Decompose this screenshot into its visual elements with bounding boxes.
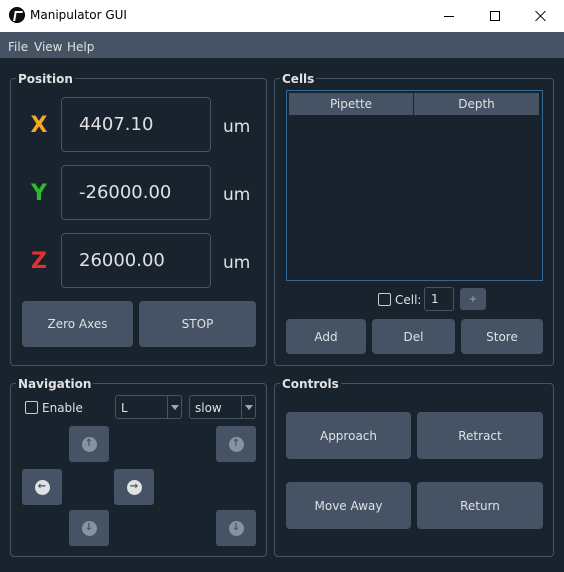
menu-view[interactable]: View xyxy=(34,40,62,54)
menu-help[interactable]: Help xyxy=(67,40,94,54)
column-header-depth[interactable]: Depth xyxy=(414,93,540,115)
navigation-group-title: Navigation xyxy=(16,377,94,391)
step-size-value: L xyxy=(121,401,128,415)
z-unit-label: um xyxy=(223,253,251,273)
xy-up-button[interactable]: ↑ xyxy=(69,426,109,462)
y-position-field[interactable]: -26000.00 xyxy=(61,165,211,220)
z-position-field[interactable]: 26000.00 xyxy=(61,233,211,288)
maximize-button[interactable] xyxy=(472,0,518,32)
plus-icon: + xyxy=(468,293,478,305)
minimize-button[interactable] xyxy=(426,0,472,32)
cells-group: Cells Pipette Depth Cell: 1 + Add Del St… xyxy=(274,72,554,366)
cell-label: Cell: xyxy=(395,293,422,307)
speed-dropdown[interactable]: slow xyxy=(189,395,256,419)
x-unit-label: um xyxy=(223,117,251,137)
minimize-icon xyxy=(444,15,454,17)
arrow-up-circle-icon: ↑ xyxy=(228,436,244,452)
y-unit-label: um xyxy=(223,185,251,205)
menu-file[interactable]: File xyxy=(8,40,28,54)
controls-group: Controls Approach Retract Move Away Retu… xyxy=(274,377,554,557)
approach-button[interactable]: Approach xyxy=(286,412,411,459)
position-group: Position X 4407.10 um Y -26000.00 um Z 2… xyxy=(10,72,267,366)
xy-right-button[interactable]: → xyxy=(114,469,154,505)
cell-checkbox[interactable] xyxy=(378,293,391,306)
position-group-title: Position xyxy=(16,72,75,86)
zero-axes-button[interactable]: Zero Axes xyxy=(22,301,133,347)
chevron-down-icon xyxy=(167,396,181,418)
cells-table[interactable]: Pipette Depth xyxy=(286,90,543,281)
x-position-field[interactable]: 4407.10 xyxy=(61,97,211,152)
arrow-down-circle-icon: ↓ xyxy=(81,520,97,536)
enable-label: Enable xyxy=(42,401,83,415)
maximize-icon xyxy=(490,11,500,21)
cell-number-field[interactable]: 1 xyxy=(424,287,454,311)
z-axis-label: Z xyxy=(31,249,47,274)
chevron-down-icon xyxy=(241,396,255,418)
z-down-button[interactable]: ↓ xyxy=(216,510,256,546)
cells-table-header: Pipette Depth xyxy=(289,93,540,115)
z-up-button[interactable]: ↑ xyxy=(216,426,256,462)
app-logo-icon xyxy=(9,7,25,23)
arrow-down-circle-icon: ↓ xyxy=(228,520,244,536)
return-button[interactable]: Return xyxy=(417,482,543,529)
retract-button[interactable]: Retract xyxy=(417,412,543,459)
cell-increment-button[interactable]: + xyxy=(460,288,486,310)
arrow-up-circle-icon: ↑ xyxy=(81,436,97,452)
xy-down-button[interactable]: ↓ xyxy=(69,510,109,546)
column-header-pipette[interactable]: Pipette xyxy=(289,93,414,115)
window-title: Manipulator GUI xyxy=(30,8,127,22)
title-bar: Manipulator GUI xyxy=(0,0,564,32)
speed-value: slow xyxy=(195,401,222,415)
controls-group-title: Controls xyxy=(280,377,341,391)
cells-group-title: Cells xyxy=(280,72,317,86)
y-axis-label: Y xyxy=(31,181,47,206)
navigation-group: Navigation Enable L slow ↑ ↑ ← → ↓ ↓ xyxy=(10,377,267,557)
arrow-left-circle-icon: ← xyxy=(34,479,50,495)
delete-cell-button[interactable]: Del xyxy=(372,319,455,354)
arrow-right-circle-icon: → xyxy=(126,479,142,495)
move-away-button[interactable]: Move Away xyxy=(286,482,411,529)
close-icon xyxy=(535,10,547,22)
x-axis-label: X xyxy=(30,113,48,138)
close-button[interactable] xyxy=(518,0,564,32)
xy-left-button[interactable]: ← xyxy=(22,469,62,505)
store-cell-button[interactable]: Store xyxy=(461,319,543,354)
add-cell-button[interactable]: Add xyxy=(286,319,366,354)
menu-bar: File View Help xyxy=(0,32,564,58)
step-size-dropdown[interactable]: L xyxy=(115,395,182,419)
stop-button[interactable]: STOP xyxy=(139,301,256,347)
enable-checkbox[interactable] xyxy=(25,401,38,414)
